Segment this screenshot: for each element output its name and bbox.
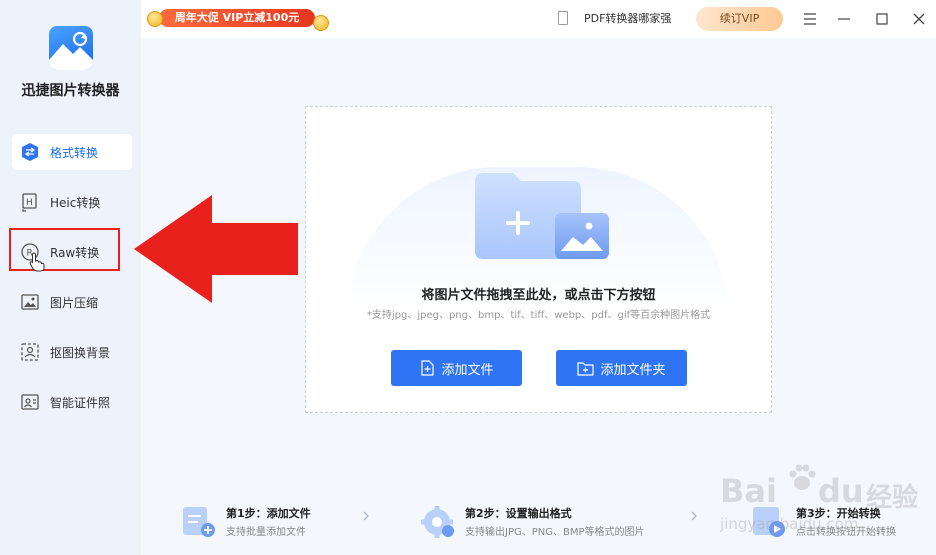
document-icon: [558, 11, 568, 25]
red-arrow-left-icon: [134, 195, 298, 303]
sidebar-item-compress[interactable]: 图片压缩: [12, 284, 132, 320]
sidebar-item-label: 智能证件照: [50, 395, 111, 410]
watermark-url: jingyan.baidu.com: [720, 515, 859, 533]
step-desc: 支持批量添加文件: [226, 527, 306, 538]
file-add-icon: [421, 360, 435, 376]
heic-icon: H: [20, 192, 40, 212]
sidebar-item-label: 图片压缩: [50, 295, 99, 310]
close-icon[interactable]: [909, 9, 929, 29]
step-title: 第1步：添加文件: [226, 507, 311, 520]
cutout-icon: [20, 342, 40, 362]
sidebar-item-label: 格式转换: [50, 145, 99, 160]
chevron-right-icon: [691, 511, 697, 521]
add-file-label: 添加文件: [441, 362, 494, 378]
sidebar-item-cutout[interactable]: 抠图换背景: [12, 334, 132, 370]
watermark-brand2: du: [818, 472, 864, 510]
app-logo: [49, 26, 93, 70]
image-compress-icon: [20, 292, 40, 312]
svg-text:H: H: [26, 198, 33, 208]
maximize-icon[interactable]: [872, 9, 892, 29]
coin-icon: [313, 15, 329, 31]
paw-icon: [789, 464, 816, 490]
folder-add-icon: [475, 173, 609, 259]
drop-zone-title: 将图片文件拖拽至此处，或点击下方按钮: [421, 288, 656, 303]
highlight-box: [9, 228, 120, 271]
file-drop-zone[interactable]: 将图片文件拖拽至此处，或点击下方按钮 *支持jpg、jpeg、png、bmp、t…: [305, 106, 772, 413]
sidebar-item-label: 抠图换背景: [50, 345, 111, 360]
chevron-right-icon: [363, 511, 369, 521]
supported-formats-hint: *支持jpg、jpeg、png、bmp、tif、tiff、webp、pdf、gi…: [366, 310, 711, 321]
hand-cursor-icon: [29, 252, 45, 272]
promo-text: 周年大促 VIP立减100元: [174, 11, 300, 24]
folder-add-small-icon: [577, 361, 595, 376]
sidebar-item-heic[interactable]: H Heic转换: [12, 184, 132, 220]
add-folder-label: 添加文件夹: [600, 362, 666, 378]
sidebar: 迅捷图片转换器 格式转换 H Heic转换 R Raw转换 图片压缩 抠图换背景: [0, 0, 141, 555]
sidebar-item-id-photo[interactable]: 智能证件照: [12, 384, 132, 420]
minimize-icon[interactable]: [834, 9, 854, 29]
watermark-brand: Bai: [720, 472, 777, 510]
menu-icon[interactable]: [800, 9, 820, 29]
baidu-jingyan-watermark: Bai du 经验 jingyan.baidu.com: [716, 455, 931, 550]
app-name: 迅捷图片转换器: [21, 83, 120, 99]
id-photo-icon: [20, 392, 40, 412]
settings-gear-icon: [421, 506, 454, 538]
add-file-step-icon: [183, 507, 215, 537]
add-file-button[interactable]: 添加文件: [391, 350, 522, 386]
swap-icon: [20, 142, 40, 162]
promo-banner[interactable]: 周年大促 VIP立减100元: [147, 7, 329, 31]
title-bar: 周年大促 VIP立减100元 PDF转换器哪家强 续订VIP: [141, 0, 936, 38]
renew-vip-button[interactable]: 续订VIP: [696, 7, 783, 31]
watermark-cn: 经验: [866, 483, 919, 513]
sidebar-item-label: Heic转换: [50, 195, 101, 210]
step-desc: 支持输出JPG、PNG、BMP等格式的图片: [465, 527, 645, 538]
add-folder-button[interactable]: 添加文件夹: [556, 350, 687, 386]
step-title: 第2步：设置输出格式: [465, 507, 572, 520]
sidebar-item-format-convert[interactable]: 格式转换: [12, 134, 132, 170]
pdf-converter-link[interactable]: PDF转换器哪家强: [584, 10, 671, 26]
